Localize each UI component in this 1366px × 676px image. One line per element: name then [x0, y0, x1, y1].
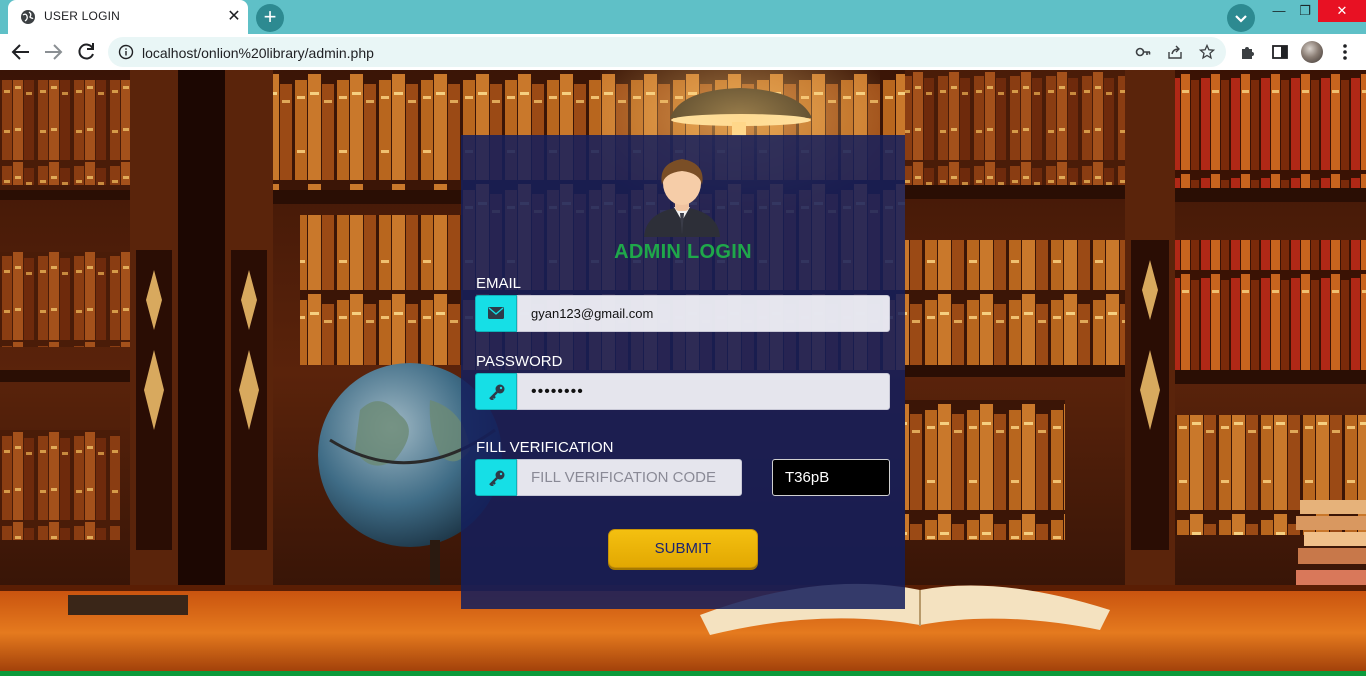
close-icon[interactable]: ✕: [224, 7, 244, 27]
extensions-icon[interactable]: [1239, 43, 1257, 61]
password-field[interactable]: ••••••••: [517, 373, 890, 410]
page-viewport: ADMIN LOGIN EMAIL gyan123@gmail.com PASS…: [0, 70, 1366, 676]
email-label: EMAIL: [476, 275, 522, 292]
captcha-code: T36pB: [772, 459, 890, 496]
side-panel-icon[interactable]: [1271, 43, 1289, 61]
browser-toolbar: localhost/onlion%20library/admin.php: [0, 34, 1366, 70]
back-icon[interactable]: [9, 40, 33, 64]
key-icon[interactable]: [1135, 44, 1151, 60]
tab-title: USER LOGIN: [44, 9, 121, 23]
chevron-down-icon[interactable]: [1227, 4, 1255, 32]
info-icon[interactable]: [118, 44, 134, 60]
avatar[interactable]: [1301, 41, 1323, 63]
bottom-accent-line: [0, 671, 1366, 676]
tab-strip: USER LOGIN ✕ + — ❐ ✕: [0, 0, 1366, 34]
share-icon[interactable]: [1167, 44, 1183, 60]
login-card: ADMIN LOGIN EMAIL gyan123@gmail.com PASS…: [461, 135, 905, 609]
forward-icon[interactable]: [41, 40, 65, 64]
key-icon: [475, 373, 517, 410]
user-avatar-icon: [644, 159, 720, 237]
close-icon[interactable]: ✕: [1318, 0, 1366, 22]
password-label: PASSWORD: [476, 353, 563, 370]
key-icon: [475, 459, 517, 496]
menu-icon[interactable]: [1342, 42, 1348, 62]
star-icon[interactable]: [1199, 44, 1215, 60]
reload-icon[interactable]: [74, 40, 98, 64]
url-text: localhost/onlion%20library/admin.php: [142, 45, 374, 61]
email-field[interactable]: gyan123@gmail.com: [517, 295, 890, 332]
tab-user-login[interactable]: USER LOGIN ✕: [8, 0, 248, 34]
envelope-icon: [475, 295, 517, 332]
submit-button[interactable]: SUBMIT: [608, 529, 758, 568]
plus-icon[interactable]: +: [256, 4, 284, 32]
verification-label: FILL VERIFICATION: [476, 439, 614, 456]
verification-code-input[interactable]: FILL VERIFICATION CODE: [517, 459, 742, 496]
globe-icon: [21, 10, 35, 24]
page-title: ADMIN LOGIN: [614, 241, 752, 263]
address-bar[interactable]: localhost/onlion%20library/admin.php: [108, 37, 1226, 67]
